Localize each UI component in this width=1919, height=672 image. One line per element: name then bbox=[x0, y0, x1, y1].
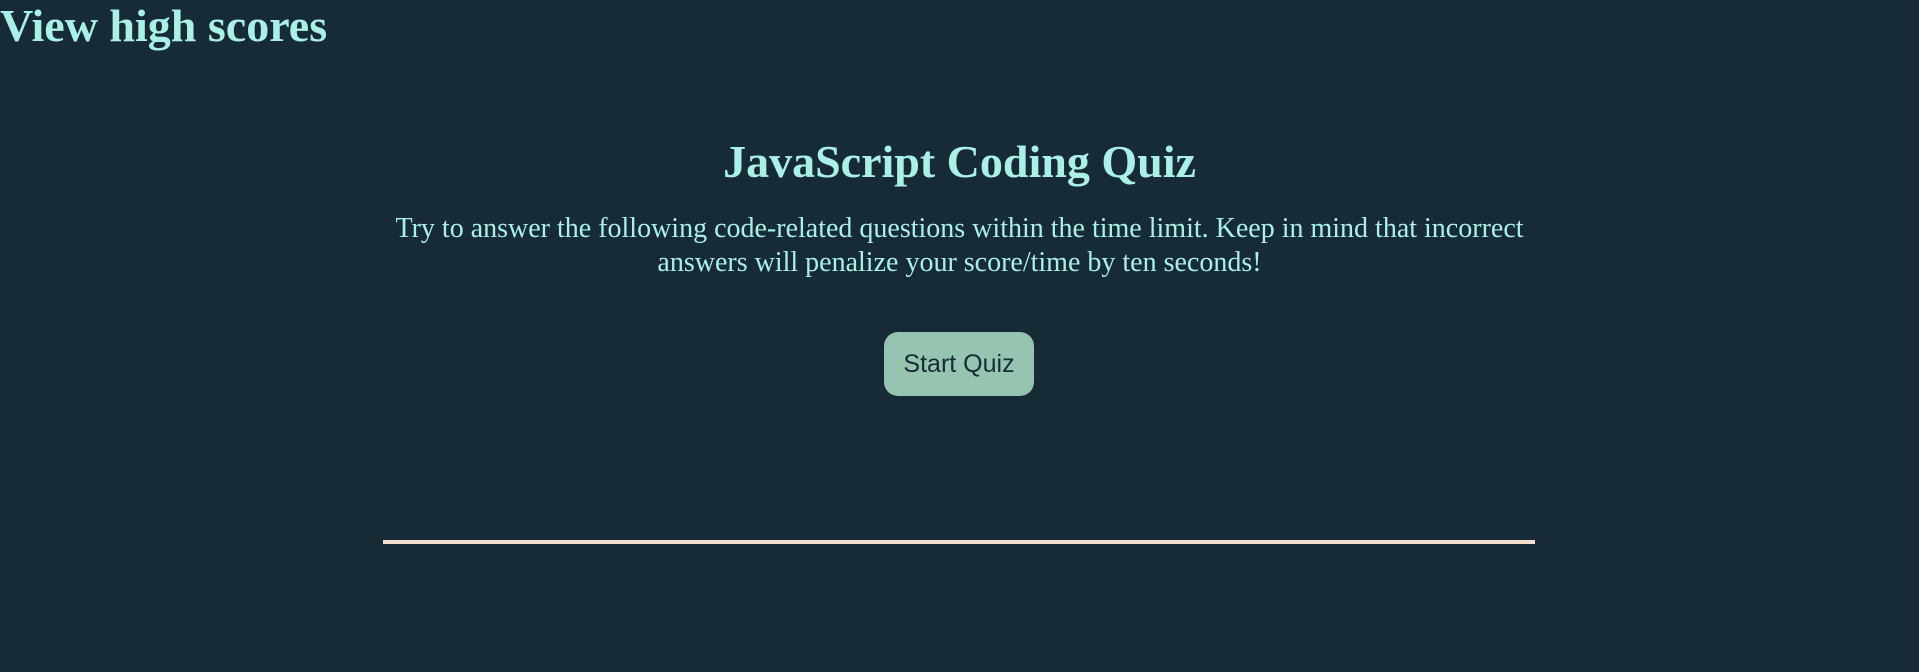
section-divider bbox=[383, 540, 1535, 544]
start-quiz-button[interactable]: Start Quiz bbox=[884, 332, 1034, 396]
quiz-instructions: Try to answer the following code-related… bbox=[395, 213, 1524, 278]
view-high-scores-link[interactable]: View high scores bbox=[0, 0, 327, 52]
quiz-title: JavaScript Coding Quiz bbox=[723, 136, 1196, 187]
